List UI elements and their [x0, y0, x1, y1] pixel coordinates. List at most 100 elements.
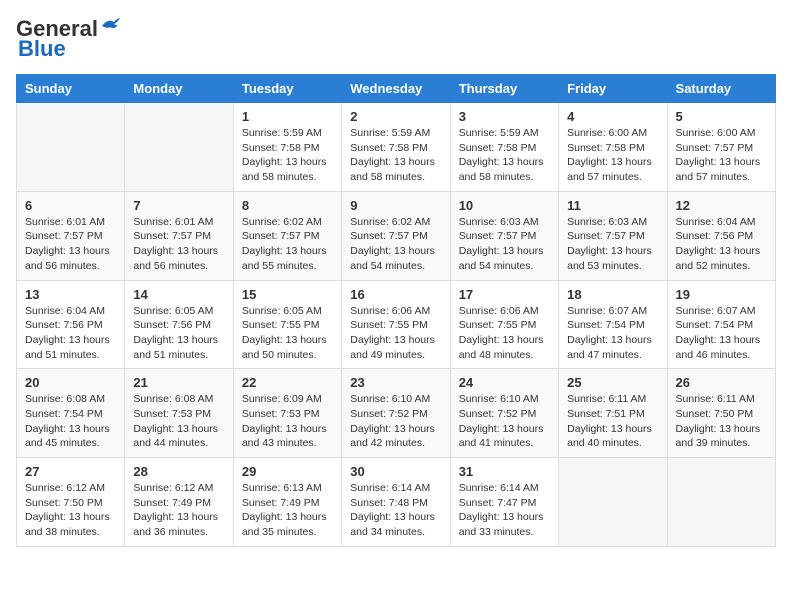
sunset-text: Sunset: 7:49 PM	[133, 497, 211, 509]
day-number: 21	[133, 375, 224, 390]
daylight-text: Daylight: 13 hours and 53 minutes.	[567, 245, 652, 272]
daylight-text: Daylight: 13 hours and 54 minutes.	[350, 245, 435, 272]
day-info: Sunrise: 6:03 AM Sunset: 7:57 PM Dayligh…	[459, 215, 550, 274]
daylight-text: Daylight: 13 hours and 41 minutes.	[459, 423, 544, 450]
day-number: 31	[459, 464, 550, 479]
sunset-text: Sunset: 7:56 PM	[133, 319, 211, 331]
sunrise-text: Sunrise: 6:14 AM	[459, 482, 539, 494]
calendar-cell: 26 Sunrise: 6:11 AM Sunset: 7:50 PM Dayl…	[667, 369, 775, 458]
daylight-text: Daylight: 13 hours and 44 minutes.	[133, 423, 218, 450]
sunrise-text: Sunrise: 6:14 AM	[350, 482, 430, 494]
day-number: 27	[25, 464, 116, 479]
day-number: 1	[242, 109, 333, 124]
calendar-cell: 17 Sunrise: 6:06 AM Sunset: 7:55 PM Dayl…	[450, 280, 558, 369]
calendar-cell	[17, 103, 125, 192]
sunrise-text: Sunrise: 5:59 AM	[459, 127, 539, 139]
day-info: Sunrise: 6:00 AM Sunset: 7:57 PM Dayligh…	[676, 126, 767, 185]
day-number: 12	[676, 198, 767, 213]
sunrise-text: Sunrise: 5:59 AM	[242, 127, 322, 139]
sunrise-text: Sunrise: 6:04 AM	[25, 305, 105, 317]
calendar-cell: 11 Sunrise: 6:03 AM Sunset: 7:57 PM Dayl…	[559, 191, 667, 280]
sunset-text: Sunset: 7:51 PM	[567, 408, 645, 420]
day-info: Sunrise: 6:13 AM Sunset: 7:49 PM Dayligh…	[242, 481, 333, 540]
daylight-text: Daylight: 13 hours and 57 minutes.	[676, 156, 761, 183]
day-number: 13	[25, 287, 116, 302]
sunset-text: Sunset: 7:57 PM	[242, 230, 320, 242]
calendar-week-row: 20 Sunrise: 6:08 AM Sunset: 7:54 PM Dayl…	[17, 369, 776, 458]
daylight-text: Daylight: 13 hours and 34 minutes.	[350, 511, 435, 538]
sunset-text: Sunset: 7:58 PM	[350, 142, 428, 154]
sunset-text: Sunset: 7:58 PM	[567, 142, 645, 154]
sunrise-text: Sunrise: 6:10 AM	[350, 393, 430, 405]
calendar-cell: 23 Sunrise: 6:10 AM Sunset: 7:52 PM Dayl…	[342, 369, 450, 458]
day-number: 2	[350, 109, 441, 124]
day-number: 6	[25, 198, 116, 213]
day-info: Sunrise: 6:05 AM Sunset: 7:55 PM Dayligh…	[242, 304, 333, 363]
daylight-text: Daylight: 13 hours and 35 minutes.	[242, 511, 327, 538]
sunrise-text: Sunrise: 6:05 AM	[133, 305, 213, 317]
calendar-cell	[667, 458, 775, 547]
sunset-text: Sunset: 7:48 PM	[350, 497, 428, 509]
daylight-text: Daylight: 13 hours and 33 minutes.	[459, 511, 544, 538]
day-number: 3	[459, 109, 550, 124]
day-info: Sunrise: 6:10 AM Sunset: 7:52 PM Dayligh…	[350, 392, 441, 451]
sunrise-text: Sunrise: 6:02 AM	[350, 216, 430, 228]
sunrise-text: Sunrise: 6:12 AM	[25, 482, 105, 494]
sunrise-text: Sunrise: 6:03 AM	[459, 216, 539, 228]
sunset-text: Sunset: 7:53 PM	[242, 408, 320, 420]
sunset-text: Sunset: 7:55 PM	[350, 319, 428, 331]
day-number: 18	[567, 287, 658, 302]
day-info: Sunrise: 6:01 AM Sunset: 7:57 PM Dayligh…	[25, 215, 116, 274]
day-info: Sunrise: 6:00 AM Sunset: 7:58 PM Dayligh…	[567, 126, 658, 185]
daylight-text: Daylight: 13 hours and 43 minutes.	[242, 423, 327, 450]
daylight-text: Daylight: 13 hours and 49 minutes.	[350, 334, 435, 361]
calendar-cell: 31 Sunrise: 6:14 AM Sunset: 7:47 PM Dayl…	[450, 458, 558, 547]
calendar-cell: 18 Sunrise: 6:07 AM Sunset: 7:54 PM Dayl…	[559, 280, 667, 369]
day-number: 25	[567, 375, 658, 390]
day-info: Sunrise: 6:06 AM Sunset: 7:55 PM Dayligh…	[350, 304, 441, 363]
day-number: 30	[350, 464, 441, 479]
weekday-header-row: SundayMondayTuesdayWednesdayThursdayFrid…	[17, 75, 776, 103]
daylight-text: Daylight: 13 hours and 57 minutes.	[567, 156, 652, 183]
day-info: Sunrise: 6:07 AM Sunset: 7:54 PM Dayligh…	[676, 304, 767, 363]
daylight-text: Daylight: 13 hours and 58 minutes.	[459, 156, 544, 183]
sunset-text: Sunset: 7:57 PM	[676, 142, 754, 154]
sunset-text: Sunset: 7:58 PM	[242, 142, 320, 154]
day-info: Sunrise: 6:07 AM Sunset: 7:54 PM Dayligh…	[567, 304, 658, 363]
sunrise-text: Sunrise: 6:01 AM	[25, 216, 105, 228]
calendar-week-row: 1 Sunrise: 5:59 AM Sunset: 7:58 PM Dayli…	[17, 103, 776, 192]
day-info: Sunrise: 6:08 AM Sunset: 7:53 PM Dayligh…	[133, 392, 224, 451]
sunset-text: Sunset: 7:52 PM	[459, 408, 537, 420]
calendar-cell: 15 Sunrise: 6:05 AM Sunset: 7:55 PM Dayl…	[233, 280, 341, 369]
day-info: Sunrise: 6:08 AM Sunset: 7:54 PM Dayligh…	[25, 392, 116, 451]
day-info: Sunrise: 6:12 AM Sunset: 7:50 PM Dayligh…	[25, 481, 116, 540]
calendar-table: SundayMondayTuesdayWednesdayThursdayFrid…	[16, 74, 776, 547]
calendar-cell: 20 Sunrise: 6:08 AM Sunset: 7:54 PM Dayl…	[17, 369, 125, 458]
sunset-text: Sunset: 7:57 PM	[25, 230, 103, 242]
calendar-cell: 6 Sunrise: 6:01 AM Sunset: 7:57 PM Dayli…	[17, 191, 125, 280]
calendar-week-row: 6 Sunrise: 6:01 AM Sunset: 7:57 PM Dayli…	[17, 191, 776, 280]
day-info: Sunrise: 6:09 AM Sunset: 7:53 PM Dayligh…	[242, 392, 333, 451]
day-info: Sunrise: 5:59 AM Sunset: 7:58 PM Dayligh…	[350, 126, 441, 185]
day-number: 14	[133, 287, 224, 302]
calendar-week-row: 27 Sunrise: 6:12 AM Sunset: 7:50 PM Dayl…	[17, 458, 776, 547]
sunrise-text: Sunrise: 6:03 AM	[567, 216, 647, 228]
sunrise-text: Sunrise: 6:05 AM	[242, 305, 322, 317]
sunset-text: Sunset: 7:55 PM	[459, 319, 537, 331]
weekday-header: Monday	[125, 75, 233, 103]
day-number: 5	[676, 109, 767, 124]
day-info: Sunrise: 6:01 AM Sunset: 7:57 PM Dayligh…	[133, 215, 224, 274]
calendar-cell: 12 Sunrise: 6:04 AM Sunset: 7:56 PM Dayl…	[667, 191, 775, 280]
sunrise-text: Sunrise: 6:01 AM	[133, 216, 213, 228]
sunset-text: Sunset: 7:57 PM	[459, 230, 537, 242]
day-info: Sunrise: 6:10 AM Sunset: 7:52 PM Dayligh…	[459, 392, 550, 451]
sunrise-text: Sunrise: 6:02 AM	[242, 216, 322, 228]
calendar-week-row: 13 Sunrise: 6:04 AM Sunset: 7:56 PM Dayl…	[17, 280, 776, 369]
day-info: Sunrise: 6:12 AM Sunset: 7:49 PM Dayligh…	[133, 481, 224, 540]
daylight-text: Daylight: 13 hours and 56 minutes.	[25, 245, 110, 272]
daylight-text: Daylight: 13 hours and 54 minutes.	[459, 245, 544, 272]
sunset-text: Sunset: 7:55 PM	[242, 319, 320, 331]
calendar-cell: 13 Sunrise: 6:04 AM Sunset: 7:56 PM Dayl…	[17, 280, 125, 369]
sunset-text: Sunset: 7:49 PM	[242, 497, 320, 509]
weekday-header: Wednesday	[342, 75, 450, 103]
